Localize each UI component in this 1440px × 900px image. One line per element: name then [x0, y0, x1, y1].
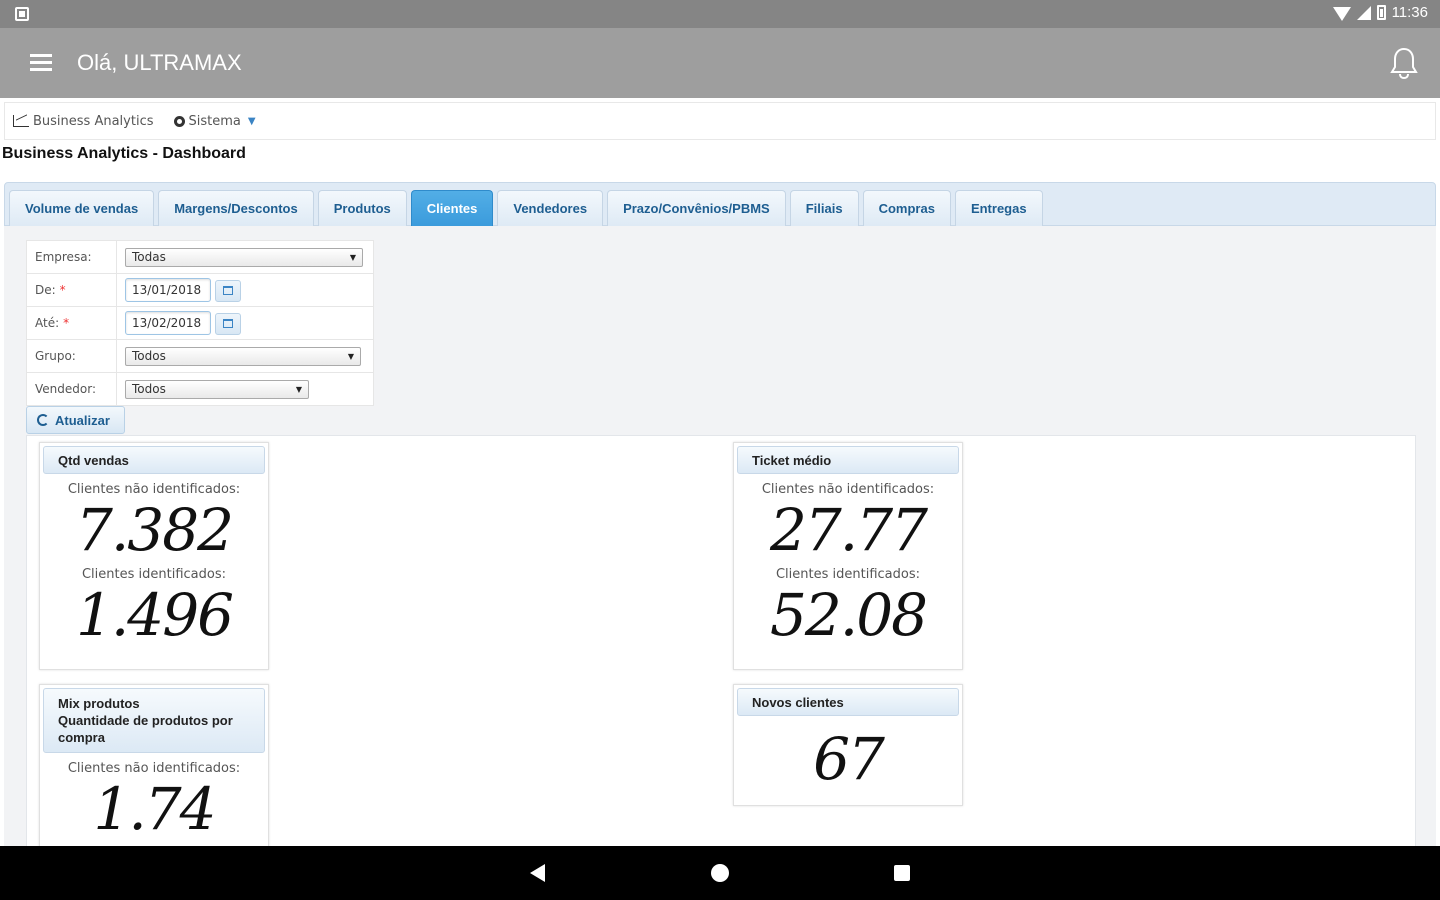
ticket-medio-ident-value: 52.08: [769, 581, 928, 649]
vendedor-select[interactable]: Todos ▼: [125, 379, 309, 399]
notification-icon: [15, 7, 29, 21]
dropdown-arrow-icon: ▼: [347, 351, 354, 361]
refresh-icon: [37, 414, 49, 426]
mix-produtos-card: Mix produtos Quantidade de produtos por …: [39, 684, 269, 854]
tab-entregas[interactable]: Entregas: [954, 190, 1043, 226]
vendedor-label: Vendedor:: [26, 372, 117, 406]
mix-produtos-title: Mix produtos: [58, 696, 140, 711]
battery-icon: [1376, 5, 1386, 20]
status-bar: 11:36: [0, 0, 1440, 28]
tab-vendedores[interactable]: Vendedores: [497, 190, 604, 226]
qtd-vendas-title: Qtd vendas: [43, 446, 265, 474]
menu-sistema[interactable]: Sistema ▼: [173, 113, 256, 129]
ate-calendar-button[interactable]: [215, 312, 241, 335]
mix-produtos-subtitle: Quantidade de produtos por compra: [58, 713, 233, 745]
tab-produtos[interactable]: Produtos: [317, 190, 407, 226]
status-time: 11:36: [1391, 4, 1428, 21]
de-date-input[interactable]: 13/01/2018: [125, 278, 211, 302]
chevron-down-icon: ▼: [247, 115, 256, 127]
ticket-medio-card: Ticket médio Clientes não identificados:…: [733, 442, 963, 670]
dashboard-panel: Qtd vendas Clientes não identificados: 7…: [26, 435, 1416, 855]
navigation-bar: [0, 846, 1440, 900]
qtd-vendas-nao-ident-label: Clientes não identificados:: [67, 482, 241, 497]
empresa-label: Empresa:: [26, 240, 117, 274]
dropdown-arrow-icon: ▼: [349, 252, 356, 262]
ticket-medio-nao-ident-label: Clientes não identificados:: [761, 482, 935, 497]
mix-produtos-nao-ident-value: 1.74: [93, 775, 216, 843]
filter-form: Empresa: Todas ▼ De: * 13/01/2018 Até: * 1…: [26, 240, 374, 406]
tab-bar: Volume de vendas Margens/Descontos Produ…: [4, 182, 1436, 226]
grupo-select-value: Todos: [132, 349, 166, 363]
home-icon[interactable]: [711, 864, 729, 882]
vendedor-select-value: Todos: [132, 382, 166, 396]
mix-produtos-header: Mix produtos Quantidade de produtos por …: [43, 688, 265, 753]
gear-icon: [173, 115, 185, 127]
refresh-label: Atualizar: [55, 412, 110, 428]
ticket-medio-title: Ticket médio: [737, 446, 959, 474]
tab-volume-de-vendas[interactable]: Volume de vendas: [9, 190, 155, 226]
tab-clientes[interactable]: Clientes: [410, 190, 494, 226]
grupo-select[interactable]: Todos ▼: [125, 346, 361, 366]
tab-prazo-convenios-pbms[interactable]: Prazo/Convênios/PBMS: [607, 190, 786, 226]
required-mark: *: [63, 316, 70, 330]
mix-produtos-nao-ident-label: Clientes não identificados:: [67, 761, 241, 776]
top-menu: Business Analytics Sistema ▼: [4, 102, 1436, 140]
dropdown-arrow-icon: ▼: [295, 384, 302, 394]
grupo-label: Grupo:: [26, 339, 117, 373]
qtd-vendas-ident-label: Clientes identificados:: [81, 567, 226, 582]
refresh-button[interactable]: Atualizar: [26, 406, 125, 434]
menu-business-analytics[interactable]: Business Analytics: [13, 114, 154, 129]
menu-sistema-label: Sistema: [188, 113, 241, 129]
qtd-vendas-ident-value: 1.496: [75, 581, 234, 649]
novos-clientes-title: Novos clientes: [737, 688, 959, 716]
ate-date-input[interactable]: 13/02/2018: [125, 311, 211, 335]
required-mark: *: [59, 283, 66, 297]
novos-clientes-value: 67: [813, 725, 885, 793]
tab-margens-descontos[interactable]: Margens/Descontos: [158, 190, 314, 226]
ticket-medio-ident-label: Clientes identificados:: [775, 567, 920, 582]
recent-apps-icon[interactable]: [894, 865, 910, 881]
ate-label: Até:: [35, 316, 60, 330]
de-label: De:: [35, 283, 56, 297]
signal-icon: [1356, 5, 1371, 20]
menu-icon[interactable]: [30, 54, 52, 72]
ticket-medio-nao-ident-value: 27.77: [769, 496, 928, 564]
app-title: Olá, ULTRAMAX: [77, 50, 242, 75]
calendar-icon: [223, 319, 233, 328]
ate-label-cell: Até: *: [26, 306, 117, 340]
empresa-select-value: Todas: [132, 250, 166, 264]
tab-filiais[interactable]: Filiais: [789, 190, 859, 226]
de-calendar-button[interactable]: [215, 279, 241, 302]
line-chart-icon: [13, 115, 29, 127]
wifi-icon: [1332, 6, 1351, 21]
de-label-cell: De: *: [26, 273, 117, 307]
back-icon[interactable]: [530, 864, 545, 882]
page-title: Business Analytics - Dashboard: [2, 145, 246, 162]
empresa-select[interactable]: Todas ▼: [125, 247, 363, 267]
app-bar: Olá, ULTRAMAX: [0, 28, 1440, 98]
qtd-vendas-nao-ident-value: 7.382: [75, 496, 234, 564]
calendar-icon: [223, 286, 233, 295]
tab-compras[interactable]: Compras: [862, 190, 951, 226]
tab-content: Empresa: Todas ▼ De: * 13/01/2018 Até: * 1…: [4, 226, 1436, 855]
menu-business-analytics-label: Business Analytics: [33, 113, 154, 129]
novos-clientes-card: Novos clientes 67: [733, 684, 963, 806]
bell-icon[interactable]: [1388, 46, 1420, 80]
qtd-vendas-card: Qtd vendas Clientes não identificados: 7…: [39, 442, 269, 670]
